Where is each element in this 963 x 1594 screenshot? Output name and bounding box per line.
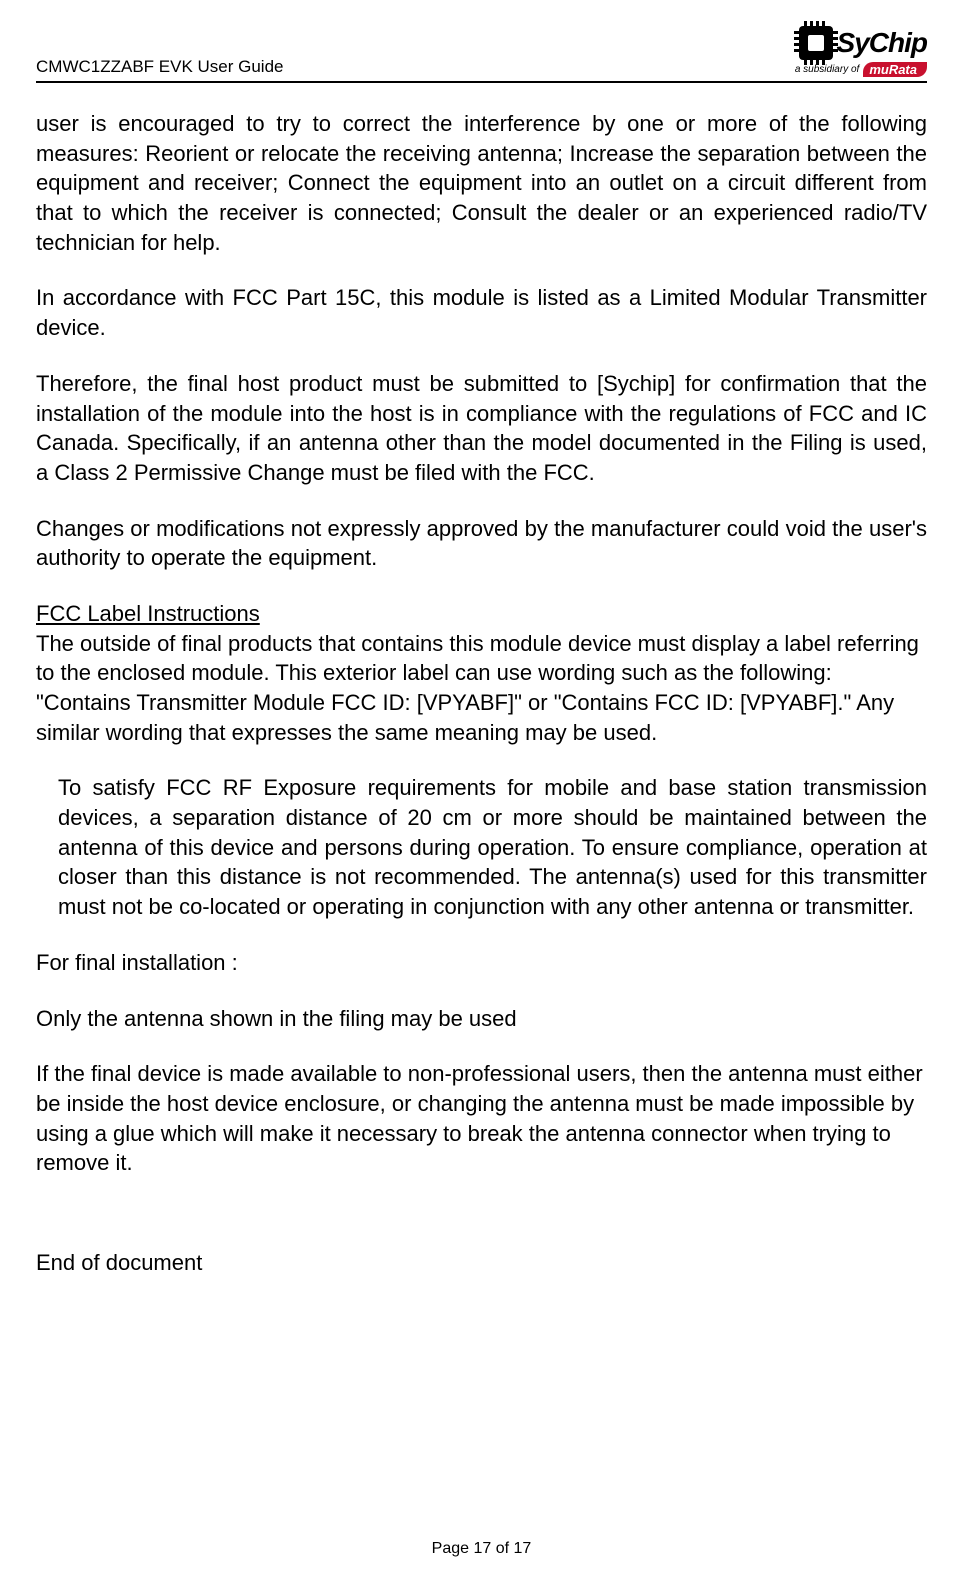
paragraph-label-instructions: The outside of final products that conta… [36,629,927,748]
end-of-document: End of document [36,1248,927,1278]
murata-badge: muRata [863,62,927,77]
chip-icon [799,26,833,60]
page: CMWC1ZZABF EVK User Guide SyChip a subsi… [0,0,963,1594]
logo-text: SyChip [837,29,927,57]
paragraph-interference: user is encouraged to try to correct the… [36,109,927,257]
logo-main: SyChip [799,26,927,60]
paragraph-fcc-15c: In accordance with FCC Part 15C, this mo… [36,283,927,342]
paragraph-host-product: Therefore, the final host product must b… [36,369,927,488]
paragraph-rf-exposure: To satisfy FCC RF Exposure requirements … [36,773,927,921]
paragraph-modifications: Changes or modifications not expressly a… [36,514,927,573]
paragraph-final-installation-heading: For final installation : [36,948,927,978]
logo-sub-prefix: a subsidiary of [795,65,859,75]
section-title-fcc-label: FCC Label Instructions [36,599,927,629]
logo-block: SyChip a subsidiary of muRata [795,26,927,77]
paragraph-antenna-filing: Only the antenna shown in the filing may… [36,1004,927,1034]
page-header: CMWC1ZZABF EVK User Guide SyChip a subsi… [36,26,927,83]
page-footer: Page 17 of 17 [0,1540,963,1558]
body-content: user is encouraged to try to correct the… [36,109,927,1278]
paragraph-antenna-enclosure: If the final device is made available to… [36,1059,927,1178]
header-title: CMWC1ZZABF EVK User Guide [36,57,284,77]
